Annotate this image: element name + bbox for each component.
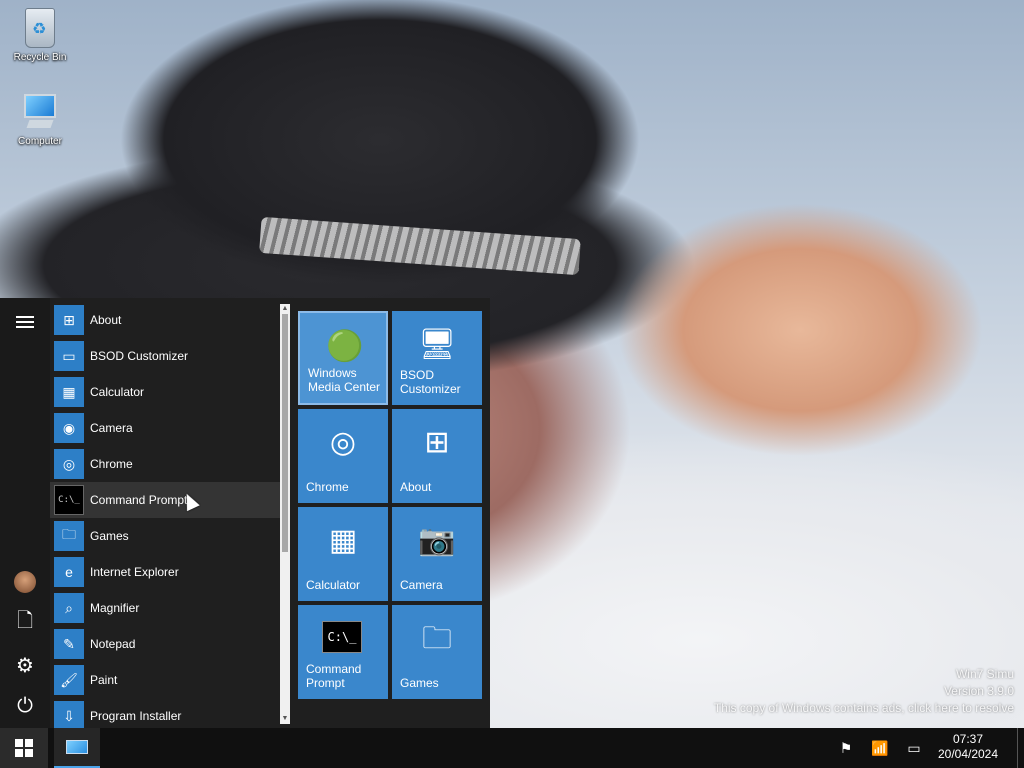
app-item-label: Chrome [90, 457, 133, 471]
app-item-label: BSOD Customizer [90, 349, 189, 363]
app-item-label: Command Prompt [90, 493, 188, 507]
camera-icon: ◉ [54, 413, 84, 443]
installer-icon: ⇩ [54, 701, 84, 728]
windows-start-icon[interactable] [0, 728, 48, 768]
monitor-icon: 🖥 [417, 328, 457, 361]
battery-icon[interactable]: ▭ [904, 738, 924, 758]
all-apps-list: ⊞ About ▭ BSOD Customizer ▦ Calculator ◉… [50, 298, 280, 728]
wifi-icon[interactable]: 📶 [870, 738, 890, 758]
power-icon[interactable]: ⏻ [0, 686, 50, 726]
tile-label: BSOD [400, 368, 435, 382]
tile-windows-media-center[interactable]: 🟢 Windows Media Center [298, 311, 388, 405]
activation-watermark[interactable]: Win7 Simu Version 3.9.0 This copy of Win… [714, 666, 1014, 717]
taskbar-clock[interactable]: 07:37 20/04/2024 [932, 732, 1004, 762]
paint-icon: 🖌 [54, 665, 84, 695]
desktop-icon-label: Computer [18, 136, 62, 147]
tile-label: Prompt [306, 676, 345, 690]
calculator-icon: ▦ [54, 377, 84, 407]
scroll-up-icon[interactable]: ▲ [280, 304, 290, 314]
chrome-icon: ◎ [54, 449, 84, 479]
tile-label: Customizer [400, 382, 461, 396]
windows-logo-icon: ⊞ [54, 305, 84, 335]
tile-label: About [400, 480, 432, 494]
app-item-bsod-customizer[interactable]: ▭ BSOD Customizer [50, 338, 280, 374]
tile-label: Command [306, 662, 362, 676]
app-item-notepad[interactable]: ✎ Notepad [50, 626, 280, 662]
app-item-games[interactable]: 🗀 Games [50, 518, 280, 554]
tile-label: Windows [308, 366, 357, 380]
computer-icon [20, 92, 60, 132]
desktop-icon-recycle-bin[interactable]: Recycle Bin [0, 8, 80, 63]
tile-games[interactable]: 🗀 Games [392, 605, 482, 699]
app-item-label: About [90, 313, 122, 327]
app-item-label: Magnifier [90, 601, 140, 615]
clock-time: 07:37 [952, 732, 984, 746]
taskbar-app-computer[interactable] [54, 728, 100, 768]
windows-media-center-icon: 🟢 [326, 330, 364, 363]
app-item-label: Paint [90, 673, 118, 687]
games-folder-icon: 🗀 [54, 521, 84, 551]
scrollbar-thumb[interactable] [282, 314, 288, 552]
tile-calculator[interactable]: ▦ Calculator [298, 507, 388, 601]
chrome-icon: ◎ [329, 426, 357, 459]
recycle-bin-icon [25, 8, 55, 48]
internet-explorer-icon: e [54, 557, 84, 587]
tile-camera[interactable]: 📷 Camera [392, 507, 482, 601]
scroll-down-icon[interactable]: ▼ [280, 714, 290, 724]
watermark-version: Version 3.9.0 [943, 684, 1014, 698]
games-folder-icon: 🗀 [422, 622, 452, 655]
clock-date: 20/04/2024 [937, 747, 999, 761]
gear-icon[interactable]: ⚙ [0, 645, 50, 685]
app-item-label: Games [90, 529, 129, 543]
tile-label: Camera [400, 578, 443, 592]
watermark-ads-link[interactable]: This copy of Windows contains ads, click… [714, 700, 1014, 717]
watermark-title: Win7 Simu [955, 667, 1014, 681]
app-list-scrollbar[interactable]: ▲ ▼ [280, 304, 290, 724]
tile-bsod-customizer[interactable]: 🖥 BSOD Customizer [392, 311, 482, 405]
desktop-icon-label: Recycle Bin [13, 52, 67, 63]
tile-label: Games [400, 676, 439, 690]
app-item-internet-explorer[interactable]: e Internet Explorer [50, 554, 280, 590]
app-item-label: Program Installer [90, 709, 182, 723]
flag-icon[interactable]: ⚑ [836, 738, 856, 758]
tile-command-prompt[interactable]: C:\_ Command Prompt [298, 605, 388, 699]
app-item-label: Notepad [90, 637, 136, 651]
app-item-command-prompt[interactable]: C:\_ Command Prompt [50, 482, 280, 518]
app-item-label: Internet Explorer [90, 565, 179, 579]
show-desktop-button[interactable] [1017, 728, 1024, 768]
computer-icon [66, 740, 88, 754]
document-icon[interactable]: 🗋 [0, 603, 50, 643]
taskbar: ⚑ 📶 ▭ 07:37 20/04/2024 [0, 728, 1024, 768]
app-item-magnifier[interactable]: ⌕ Magnifier [50, 590, 280, 626]
hamburger-menu-icon[interactable] [0, 302, 50, 342]
tile-label: Media Center [308, 380, 381, 394]
command-prompt-icon: C:\_ [54, 485, 84, 515]
user-avatar-icon[interactable] [0, 562, 50, 602]
desktop-icon-computer[interactable]: Computer [0, 92, 80, 147]
tile-about[interactable]: ⊞ About [392, 409, 482, 503]
app-item-label: Camera [90, 421, 133, 435]
app-item-chrome[interactable]: ◎ Chrome [50, 446, 280, 482]
tile-label: Calculator [306, 578, 361, 592]
monitor-icon: ▭ [54, 341, 84, 371]
wallpaper-detail [259, 216, 581, 276]
app-item-camera[interactable]: ◉ Camera [50, 410, 280, 446]
app-item-label: Calculator [90, 385, 145, 399]
calculator-icon: ▦ [328, 524, 358, 557]
tile-label: Chrome [306, 480, 349, 494]
camera-icon: 📷 [418, 524, 456, 557]
tile-chrome[interactable]: ◎ Chrome [298, 409, 388, 503]
start-menu: 🗋 ⚙ ⏻ ⊞ About ▭ BSOD Customizer ▦ Calcul… [0, 298, 490, 728]
magnifier-icon: ⌕ [54, 593, 84, 623]
app-item-program-installer[interactable]: ⇩ Program Installer [50, 698, 280, 728]
command-prompt-icon: C:\_ [322, 621, 362, 653]
app-item-about[interactable]: ⊞ About [50, 302, 280, 338]
windows-logo-icon: ⊞ [424, 426, 450, 459]
app-item-calculator[interactable]: ▦ Calculator [50, 374, 280, 410]
app-item-paint[interactable]: 🖌 Paint [50, 662, 280, 698]
start-menu-rail: 🗋 ⚙ ⏻ [0, 298, 50, 728]
notepad-icon: ✎ [54, 629, 84, 659]
